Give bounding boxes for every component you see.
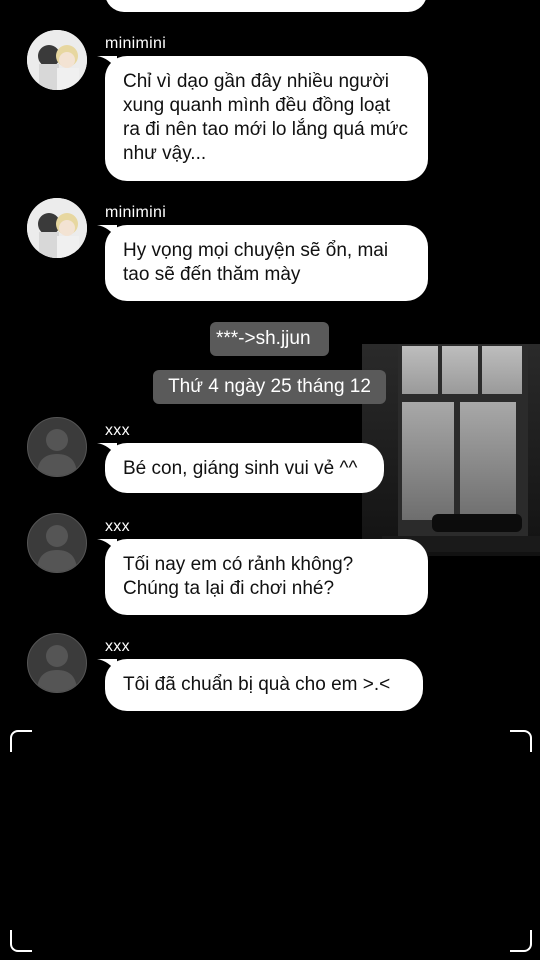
message-bubble: Chỉ vì dạo gần đây nhiều người xung quan… (97, 56, 428, 181)
username: xxx (105, 422, 130, 439)
frame-corner-top-right (510, 730, 532, 752)
character-switch-label: ***->sh.jjun (210, 322, 329, 356)
message-text: Tôi đã chuẩn bị quà cho em >.< (123, 674, 391, 695)
message-text: Chỉ vì dạo gần đây nhiều người xung quan… (123, 71, 408, 164)
message-text: Tối nay em có rảnh không? Chúng ta lại đ… (123, 554, 354, 599)
frame-corner-bottom-left (10, 930, 32, 952)
avatar-default-icon[interactable] (27, 417, 87, 477)
frame-corner-bottom-right (510, 930, 532, 952)
message-text: Hy vọng mọi chuyện sẽ ổn, mai tao sẽ đến… (123, 240, 389, 285)
message-bubble-partial (105, 0, 427, 12)
frame-corner-top-left (10, 730, 32, 752)
username: xxx (105, 638, 130, 655)
username: minimini (105, 204, 167, 221)
avatar[interactable] (27, 30, 87, 90)
username: minimini (105, 35, 167, 52)
message-text: Bé con, giáng sinh vui vẻ ^^ (123, 458, 358, 479)
avatar-default-icon[interactable] (27, 513, 87, 573)
date-label: Thứ 4 ngày 25 tháng 12 (153, 370, 386, 404)
message-bubble: Bé con, giáng sinh vui vẻ ^^ (97, 443, 384, 493)
message-bubble: Tôi đã chuẩn bị quà cho em >.< (97, 659, 423, 711)
username: xxx (105, 518, 130, 535)
message-bubble: Tối nay em có rảnh không? Chúng ta lại đ… (97, 539, 428, 615)
message-bubble: Hy vọng mọi chuyện sẽ ổn, mai tao sẽ đến… (97, 225, 428, 301)
avatar-default-icon[interactable] (27, 633, 87, 693)
background-window-image (362, 344, 540, 556)
avatar[interactable] (27, 198, 87, 258)
